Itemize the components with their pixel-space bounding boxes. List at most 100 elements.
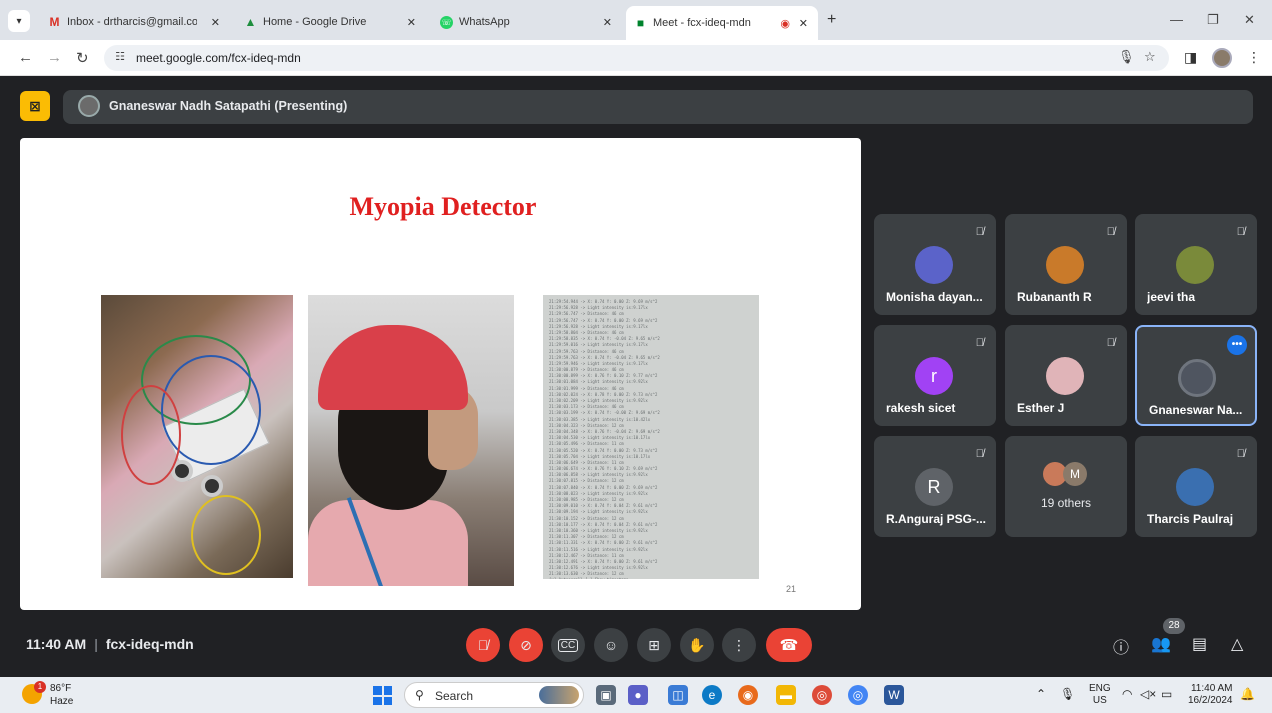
profile-avatar[interactable] (1212, 48, 1232, 68)
url-text[interactable]: meet.google.com/fcx-ideq-mdn (136, 51, 301, 65)
stop-presenting-icon[interactable]: ⊠ (20, 91, 50, 121)
tab-drive[interactable]: ▲ Home - Google Drive ✕ (236, 7, 426, 37)
raise-hand-button[interactable]: ✋ (680, 628, 714, 662)
chrome-icon[interactable]: ◎ (812, 685, 832, 705)
notification-badge: 1 (34, 681, 46, 693)
more-options-button[interactable]: ⋮ (722, 628, 756, 662)
close-icon[interactable]: ✕ (603, 16, 612, 29)
info-icon: ⓘ (1113, 640, 1130, 657)
participant-tile[interactable]: 🎙̸ Rubananth R (1005, 214, 1127, 315)
back-icon[interactable]: ← (18, 49, 33, 66)
participant-name: Esther J (1017, 401, 1065, 415)
file-explorer-icon[interactable]: ▬ (776, 685, 796, 705)
notification-bell-icon[interactable]: 🔔 (1240, 687, 1255, 701)
close-icon[interactable]: ✕ (407, 16, 416, 29)
whatsapp-icon: ☏ (440, 15, 453, 29)
weather-temperature[interactable]: 86°F (50, 683, 71, 694)
present-button[interactable]: ⊞ (637, 628, 671, 662)
participant-tile[interactable]: 🎙̸ Esther J (1005, 325, 1127, 426)
participant-name: Rubananth R (1017, 290, 1092, 304)
restore-icon[interactable]: ❐ (1207, 12, 1219, 28)
tab-whatsapp[interactable]: ☏ WhatsApp ✕ (432, 7, 622, 37)
edge-icon[interactable]: e (702, 685, 722, 705)
participant-tile[interactable]: 🎙̸ Tharcis Paulraj (1135, 436, 1257, 537)
avatar: r (915, 357, 953, 395)
task-view-icon[interactable]: ▣ (596, 685, 616, 705)
address-bar[interactable]: ☷ meet.google.com/fcx-ideq-mdn 🎙 ☆ (104, 45, 1169, 71)
people-icon: 👥 (1151, 636, 1171, 653)
meeting-details-button[interactable]: ⓘ (1113, 634, 1129, 658)
bookmark-star-icon[interactable]: ☆ (1144, 49, 1156, 65)
mic-off-icon: 🎙̸ (1236, 226, 1245, 238)
chat-app-icon[interactable]: ● (628, 685, 648, 705)
serial-line: [x] Autoscroll [ ] Show timestamp (549, 577, 753, 579)
chat-button[interactable]: ▤ (1192, 634, 1207, 654)
language-indicator[interactable]: ENG US (1089, 683, 1111, 707)
tab-gmail[interactable]: M Inbox - drtharcis@gmail.com - ✕ (40, 7, 230, 37)
meeting-code: fcx-ideq-mdn (105, 636, 194, 652)
meeting-info: 11:40 AM | fcx-ideq-mdn (26, 636, 194, 652)
windows-taskbar: 1 86°F Haze ⚲ Search ▣ ● ◫ e ◉ ▬ ◎ ◎ W ⌃… (0, 677, 1272, 713)
avatar (915, 246, 953, 284)
site-info-icon[interactable]: ☷ (112, 50, 128, 66)
shared-slide: Myopia Detector 21:29:54.944 -> X: 0.74 … (20, 138, 861, 610)
participant-name: Tharcis Paulraj (1147, 512, 1234, 526)
system-clock[interactable]: 11:40 AM 16/2/2024 (1188, 683, 1233, 707)
forward-icon[interactable]: → (47, 49, 62, 66)
tray-chevron-icon[interactable]: ⌃ (1036, 687, 1046, 701)
participant-tile[interactable]: 🎙̸ R R.Anguraj PSG-... (874, 436, 996, 537)
device-photo (101, 295, 293, 578)
avatar (1178, 359, 1216, 397)
slide-page-number: 21 (786, 584, 797, 594)
mic-toggle-button[interactable]: 🎙̸ (466, 628, 500, 662)
browser-tab-bar: ▾ M Inbox - drtharcis@gmail.com - ✕ ▲ Ho… (0, 0, 1272, 40)
presenting-banner: Gnaneswar Nadh Satapathi (Presenting) (63, 90, 1253, 124)
meet-area: ⊠ Gnaneswar Nadh Satapathi (Presenting) … (0, 77, 1272, 677)
tab-title: WhatsApp (459, 16, 510, 28)
activities-button[interactable]: △ (1231, 634, 1243, 654)
tab-meet[interactable]: ■ Meet - fcx-ideq-mdn ◉ ✕ (626, 6, 818, 40)
wifi-icon[interactable]: ◠ (1122, 687, 1132, 701)
tray-mic-icon[interactable]: 🎙 (1060, 687, 1075, 701)
others-tile[interactable]: M 19 others (1005, 436, 1127, 537)
word-icon[interactable]: W (884, 685, 904, 705)
window-close-icon[interactable]: ✕ (1244, 12, 1255, 28)
people-button[interactable]: 👥 (1151, 634, 1171, 654)
participant-tile-speaking[interactable]: ••• Gnaneswar Na... (1135, 325, 1257, 426)
chrome-profile-icon[interactable]: ◎ (848, 685, 868, 705)
store-icon[interactable]: ◫ (668, 685, 688, 705)
microphone-icon[interactable]: 🎙 (1118, 49, 1135, 65)
menu-kebab-icon[interactable]: ⋮ (1247, 49, 1261, 66)
mic-off-icon: 🎙̸ (975, 337, 984, 349)
side-panel-icon[interactable]: ◨ (1184, 49, 1197, 66)
weather-description[interactable]: Haze (50, 696, 73, 707)
lang-code: ENG (1089, 683, 1111, 694)
others-count: 19 others (1040, 496, 1092, 510)
participant-tile[interactable]: 🎙̸ jeevi tha (1135, 214, 1257, 315)
taskbar-search[interactable]: ⚲ Search (404, 682, 584, 708)
captions-button[interactable]: CC (551, 628, 585, 662)
new-tab-button[interactable]: + (827, 11, 836, 29)
volume-icon[interactable]: ◁× (1140, 687, 1156, 701)
reactions-button[interactable]: ☺ (594, 628, 628, 662)
camera-toggle-button[interactable]: ⊘ (509, 628, 543, 662)
meeting-controls-bar: 11:40 AM | fcx-ideq-mdn 🎙̸ ⊘ CC ☺ ⊞ ✋ ⋮ ☎ … (0, 618, 1272, 670)
minimize-icon[interactable]: — (1170, 12, 1183, 27)
tab-search-button[interactable]: ▾ (8, 10, 30, 32)
clock-date: 16/2/2024 (1188, 695, 1233, 706)
close-icon[interactable]: ✕ (211, 16, 220, 29)
firefox-icon[interactable]: ◉ (738, 685, 758, 705)
close-icon[interactable]: ✕ (799, 17, 808, 30)
slide-title: Myopia Detector (349, 192, 537, 221)
chat-icon: ▤ (1192, 636, 1208, 653)
clock-time: 11:40 AM (1190, 683, 1233, 694)
participant-tile[interactable]: 🎙̸ r rakesh sicet (874, 325, 996, 426)
reload-icon[interactable]: ↻ (76, 49, 89, 67)
participant-tile[interactable]: 🎙̸ Monisha dayan... (874, 214, 996, 315)
drive-icon: ▲ (244, 14, 257, 29)
meeting-time: 11:40 AM (26, 636, 87, 652)
start-button[interactable] (373, 686, 392, 705)
leave-call-button[interactable]: ☎ (766, 628, 812, 662)
battery-icon[interactable]: ▭ (1161, 687, 1172, 701)
more-vert-icon: ⋮ (732, 636, 746, 653)
